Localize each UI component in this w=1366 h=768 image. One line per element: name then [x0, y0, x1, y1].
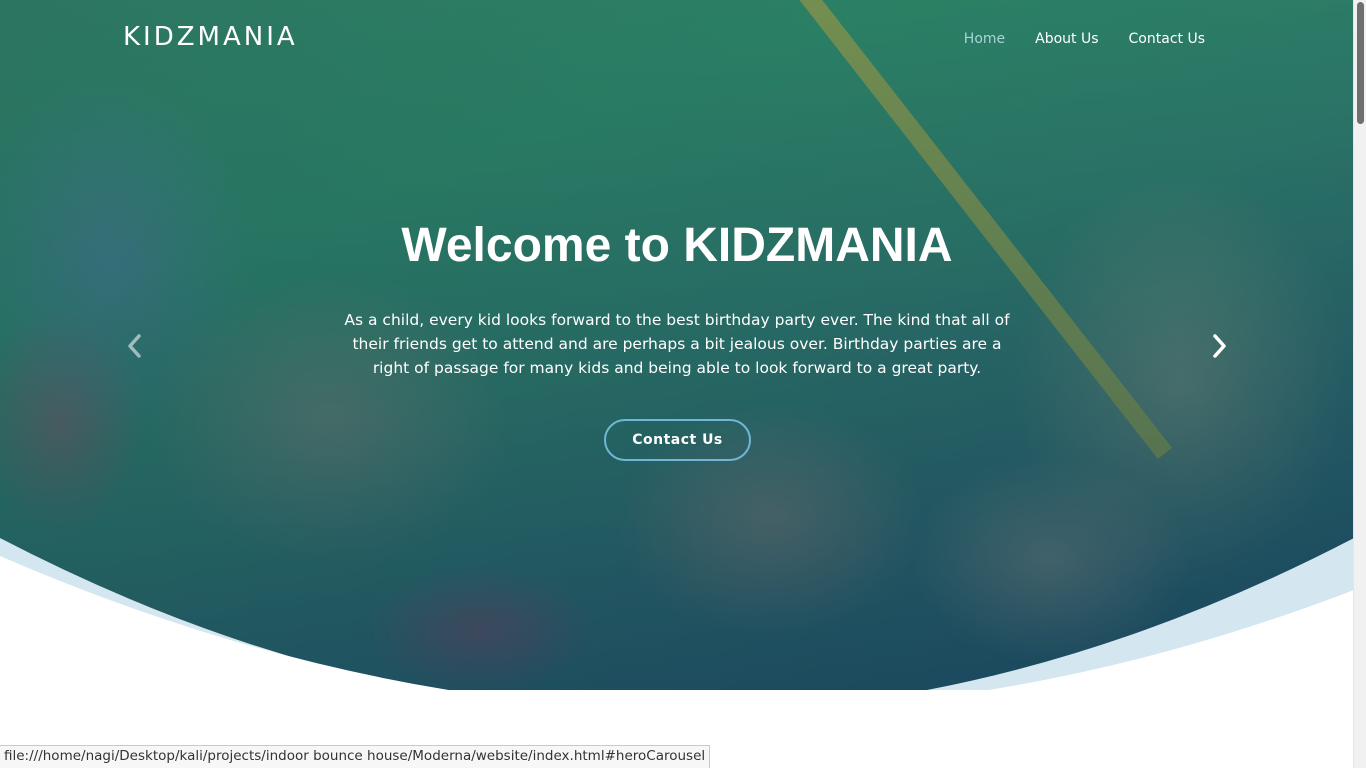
hero-description: As a child, every kid looks forward to t… [344, 311, 1010, 377]
carousel-prev-button[interactable] [119, 330, 149, 362]
page: KIDZMANIA Home About Us Contact Us Welco… [0, 0, 1366, 768]
main-nav: Home About Us Contact Us [964, 31, 1205, 47]
chevron-right-icon [1213, 334, 1226, 358]
hero-carousel: KIDZMANIA Home About Us Contact Us Welco… [0, 0, 1354, 690]
hero-contact-button[interactable]: Contact Us [604, 419, 751, 461]
nav-about-us[interactable]: About Us [1035, 31, 1098, 47]
nav-home[interactable]: Home [964, 31, 1005, 47]
nav-contact-us[interactable]: Contact Us [1129, 31, 1205, 47]
vertical-scrollbar[interactable] [1353, 0, 1366, 768]
status-bar-url: file:///home/nagi/Desktop/kali/projects/… [0, 745, 711, 768]
chevron-left-icon [128, 334, 141, 358]
carousel-next-button[interactable] [1205, 330, 1235, 362]
hero-title: Welcome to KIDZMANIA [401, 219, 953, 272]
brand-logo[interactable]: KIDZMANIA [123, 22, 298, 52]
scrollbar-thumb[interactable] [1357, 2, 1364, 124]
